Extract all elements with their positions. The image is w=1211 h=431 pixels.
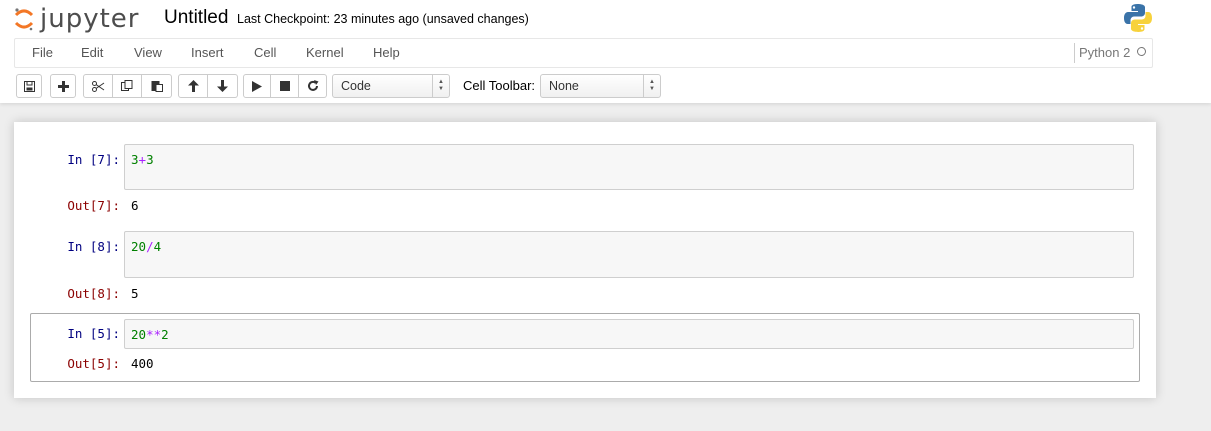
cell-type-value: Code	[341, 79, 371, 93]
input-prompt: In [7]:	[67, 152, 120, 167]
kernel-name: Python 2	[1074, 43, 1130, 63]
plus-icon	[57, 80, 69, 92]
checkpoint-status: Last Checkpoint: 23 minutes ago (unsaved…	[237, 12, 529, 26]
code-operator: /	[146, 239, 154, 254]
cut-icon	[91, 80, 104, 92]
output-text: 6	[131, 198, 139, 213]
python-logo-icon	[1124, 4, 1152, 32]
copy-button[interactable]	[113, 74, 142, 98]
code-operator: **	[146, 327, 162, 342]
output-prompt: Out[8]:	[67, 286, 120, 301]
code-number: 20	[131, 239, 147, 254]
output-text: 5	[131, 286, 139, 301]
notebook-container: In [7]: 3+3 Out[7]: 6 In [8]: 20/4 Out[8…	[14, 122, 1156, 398]
run-icon	[252, 80, 262, 92]
menu-help[interactable]: Help	[373, 45, 400, 61]
input-prompt: In [8]:	[67, 239, 120, 254]
restart-icon	[307, 80, 318, 91]
menu-cell[interactable]: Cell	[254, 45, 276, 61]
code-number: 4	[153, 239, 162, 254]
logo-text: jupyter	[40, 4, 140, 34]
copy-icon	[121, 80, 133, 91]
menu-edit[interactable]: Edit	[81, 45, 103, 61]
output-prompt: Out[7]:	[67, 198, 120, 213]
insert-cell-button[interactable]	[50, 74, 76, 98]
restart-button[interactable]	[299, 74, 327, 98]
code-input[interactable]: 20**2	[124, 319, 1134, 349]
move-down-button[interactable]	[208, 74, 238, 98]
cell-toolbar-value: None	[549, 79, 579, 93]
menu-file[interactable]: File	[32, 45, 53, 61]
output-text: 400	[131, 356, 154, 371]
cut-button[interactable]	[83, 74, 113, 98]
code-number: 3	[146, 152, 154, 167]
arrow-down-icon	[217, 80, 228, 92]
save-icon	[23, 80, 35, 92]
save-button[interactable]	[16, 74, 42, 98]
code-number: 20	[131, 327, 147, 342]
notebook-name[interactable]: Untitled	[164, 6, 228, 30]
menu-kernel[interactable]: Kernel	[306, 45, 344, 61]
header: jupyter Untitled Last Checkpoint: 23 min…	[0, 0, 1211, 103]
select-arrows-icon: ▲ ▼	[432, 75, 449, 97]
code-number: 2	[161, 327, 169, 342]
stop-icon	[279, 81, 290, 91]
menu-view[interactable]: View	[134, 45, 162, 61]
code-number: 3	[131, 152, 139, 167]
input-prompt: In [5]:	[67, 326, 120, 341]
jupyter-orbit-icon	[14, 8, 34, 31]
run-button[interactable]	[243, 74, 271, 98]
code-input[interactable]: 20/4	[124, 231, 1134, 278]
output-prompt: Out[5]:	[67, 356, 120, 371]
paste-button[interactable]	[142, 74, 172, 98]
code-input[interactable]: 3+3	[124, 144, 1134, 190]
arrow-up-icon	[187, 80, 199, 92]
move-up-button[interactable]	[178, 74, 208, 98]
select-arrows-icon: ▲ ▼	[643, 75, 660, 97]
menu-insert[interactable]: Insert	[191, 45, 224, 61]
paste-icon	[151, 81, 163, 92]
stop-button[interactable]	[271, 74, 299, 98]
menubar: File Edit View Insert Cell Kernel Help P…	[14, 38, 1153, 68]
jupyter-logo[interactable]: jupyter	[14, 4, 139, 34]
kernel-status-icon	[1137, 47, 1146, 56]
cell-type-select[interactable]: Code ▲ ▼	[332, 74, 450, 98]
cell-toolbar-label: Cell Toolbar:	[463, 78, 536, 93]
code-operator: +	[138, 152, 147, 167]
cell-toolbar-select[interactable]: None ▲ ▼	[540, 74, 661, 98]
